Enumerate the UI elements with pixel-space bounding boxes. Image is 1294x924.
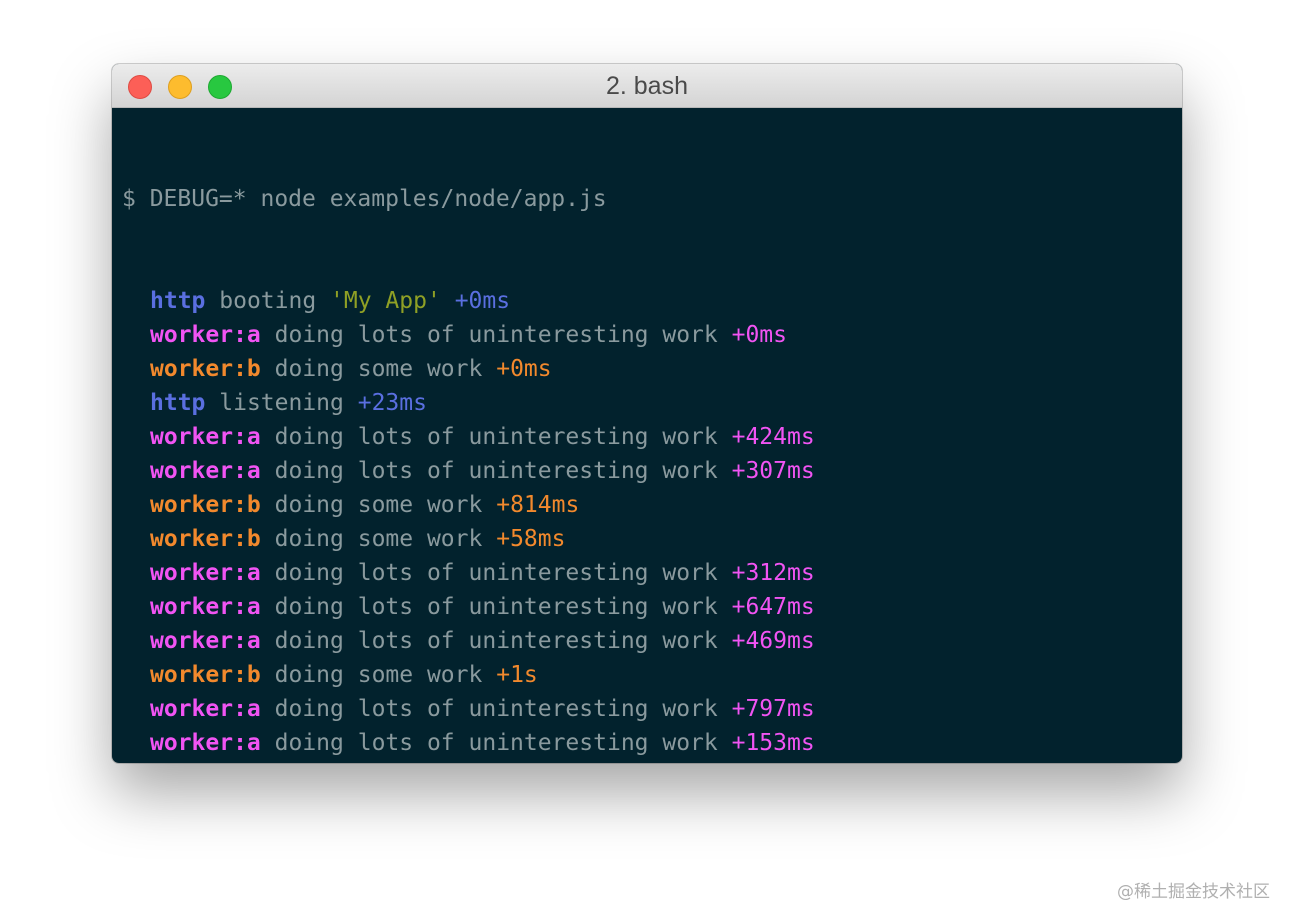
log-namespace: worker:a [150, 322, 261, 348]
log-message: doing some work [274, 662, 483, 688]
log-namespace: worker:b [150, 492, 261, 518]
log-time-delta: +0ms [454, 288, 511, 314]
log-message: doing lots of uninteresting work [274, 628, 718, 654]
log-namespace: worker:a [150, 424, 261, 450]
log-time-delta: +814ms [496, 492, 580, 518]
log-line: http listening +23ms [122, 386, 1172, 420]
log-time-delta: +647ms [731, 594, 815, 620]
log-time-delta: +153ms [731, 730, 815, 756]
log-message: listening [219, 390, 344, 416]
log-message: doing some work [274, 526, 483, 552]
log-message: doing lots of uninteresting work [274, 424, 718, 450]
log-line: worker:a doing lots of uninteresting wor… [122, 318, 1172, 352]
command-prompt-line: $ DEBUG=* node examples/node/app.js [122, 186, 607, 212]
log-time-delta: +469ms [731, 628, 815, 654]
log-namespace: worker:a [150, 730, 261, 756]
log-message: doing some work [274, 492, 483, 518]
log-namespace: http [150, 288, 206, 314]
log-message: doing lots of uninteresting work [274, 560, 718, 586]
log-message: doing lots of uninteresting work [274, 696, 718, 722]
log-namespace: worker:a [150, 594, 261, 620]
log-line: worker:a doing lots of uninteresting wor… [122, 420, 1172, 454]
log-line: worker:a doing lots of uninteresting wor… [122, 624, 1172, 658]
log-line: worker:a doing lots of uninteresting wor… [122, 454, 1172, 488]
log-time-delta: +307ms [731, 458, 815, 484]
log-time-delta: +0ms [496, 356, 552, 382]
log-time-delta: +797ms [731, 696, 815, 722]
log-time-delta: +424ms [731, 424, 815, 450]
log-time-delta: +312ms [731, 560, 815, 586]
title-bar[interactable]: 2. bash [112, 64, 1182, 108]
log-namespace: http [150, 390, 206, 416]
log-string-literal: 'My App' [330, 288, 441, 314]
watermark-text: @稀土掘金技术社区 [1117, 882, 1270, 902]
log-time-delta: +0ms [731, 322, 787, 348]
log-time-delta: +23ms [357, 390, 427, 416]
log-message: doing lots of uninteresting work [274, 730, 718, 756]
log-line: http booting 'My App' +0ms [122, 284, 1172, 318]
log-namespace: worker:b [150, 662, 261, 688]
log-line: worker:a doing lots of uninteresting wor… [122, 726, 1172, 760]
log-line: worker:b doing some work +58ms [122, 522, 1172, 556]
log-line: worker:b doing some work +814ms [122, 488, 1172, 522]
log-message: doing lots of uninteresting work [274, 594, 718, 620]
log-message: doing lots of uninteresting work [274, 322, 718, 348]
log-namespace: worker:a [150, 560, 261, 586]
log-message: booting [219, 288, 317, 314]
log-line: worker:b doing some work +1s [122, 658, 1172, 692]
log-line: worker:b doing some work +1s [122, 760, 1172, 763]
log-message: doing some work [274, 356, 483, 382]
log-namespace: worker:a [150, 628, 261, 654]
log-time-delta: +58ms [496, 526, 566, 552]
terminal-output[interactable]: $ DEBUG=* node examples/node/app.js http… [122, 114, 1172, 763]
log-line: worker:b doing some work +0ms [122, 352, 1172, 386]
log-namespace: worker:a [150, 458, 261, 484]
log-namespace: worker:a [150, 696, 261, 722]
terminal-window: 2. bash $ DEBUG=* node examples/node/app… [112, 64, 1182, 763]
log-line: worker:a doing lots of uninteresting wor… [122, 590, 1172, 624]
log-namespace: worker:b [150, 526, 261, 552]
window-title: 2. bash [605, 72, 688, 100]
log-message: doing lots of uninteresting work [274, 458, 718, 484]
log-time-delta: +1s [496, 662, 538, 688]
log-line: worker:a doing lots of uninteresting wor… [122, 692, 1172, 726]
log-line: worker:a doing lots of uninteresting wor… [122, 556, 1172, 590]
log-namespace: worker:b [150, 356, 261, 382]
